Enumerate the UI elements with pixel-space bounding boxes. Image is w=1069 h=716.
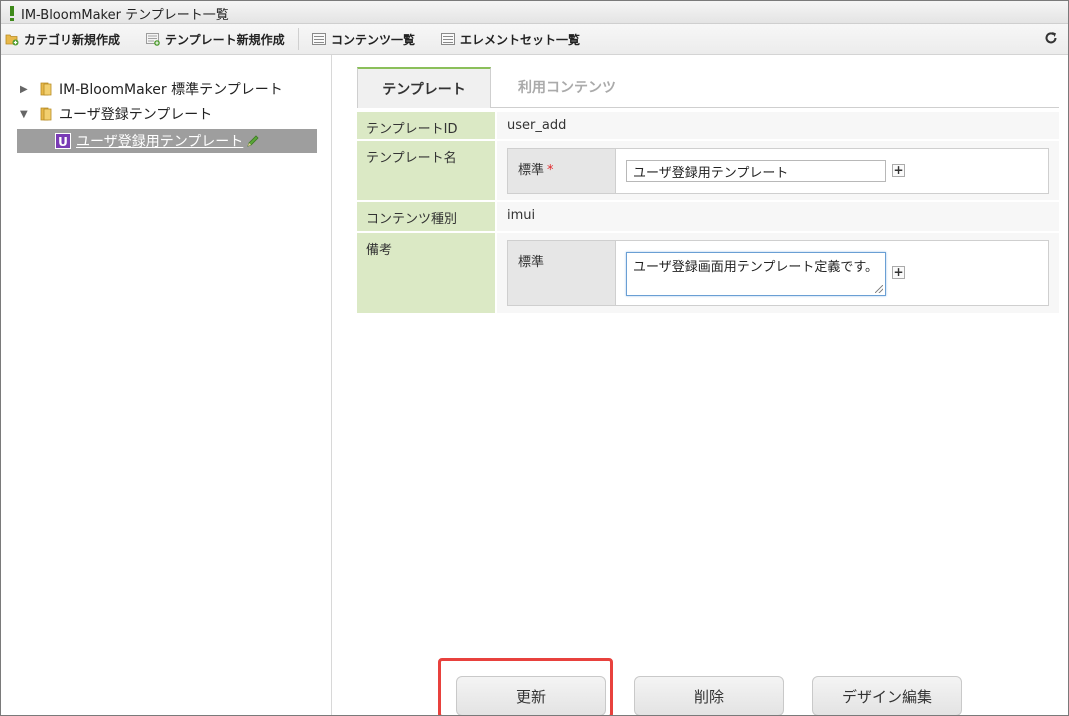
tree-node-selected[interactable]: U ユーザ登録用テンプレート [17, 129, 317, 153]
row-value-area [497, 202, 1059, 231]
toolbar-divider [298, 28, 299, 50]
collapse-arrow-icon[interactable]: ▼ [20, 109, 30, 120]
remarks-textarea[interactable]: ユーザ登録画面用テンプレート定義です。 [626, 252, 886, 296]
locale-label: 標準 * [508, 149, 616, 193]
new-category-label: カテゴリ新規作成 [24, 32, 121, 47]
expand-arrow-icon[interactable]: ▶ [20, 84, 30, 95]
elementset-list-label: エレメントセット一覧 [460, 32, 581, 47]
list-icon [441, 33, 455, 45]
folder-icon [39, 107, 53, 121]
remarks-text: ユーザ登録画面用テンプレート定義です。 [633, 260, 879, 275]
template-id-value: user_add [507, 118, 567, 133]
tree-node-label: ユーザ登録テンプレート [59, 107, 213, 123]
new-category-button[interactable]: カテゴリ新規作成 [5, 30, 120, 48]
selected-template-item[interactable]: U ユーザ登録用テンプレート [55, 131, 260, 151]
new-template-label: テンプレート新規作成 [165, 32, 285, 47]
folder-add-icon [5, 32, 19, 46]
add-locale-button[interactable]: + [892, 164, 905, 177]
tree-node-standard[interactable]: ▶ IM-BloomMaker 標準テンプレート [20, 79, 283, 99]
app-window: IM-BloomMaker テンプレート一覧 カテゴリ新規作成 テンプレート新規… [0, 0, 1069, 716]
design-edit-button[interactable]: デザイン編集 [812, 676, 962, 715]
content-type-label: コンテンツ種別 [357, 202, 495, 231]
remarks-label: 備考 [357, 233, 495, 313]
window-title: IM-BloomMaker テンプレート一覧 [21, 8, 229, 23]
locale-label-text: 標準 [518, 163, 545, 178]
template-type-badge: U [55, 133, 71, 149]
pencil-icon[interactable] [246, 134, 260, 148]
template-add-icon [146, 32, 160, 46]
tree-node-label: IM-BloomMaker 標準テンプレート [59, 82, 283, 98]
detail-tabs: テンプレート 利用コンテンツ [357, 67, 1059, 108]
list-icon [312, 33, 326, 45]
folder-icon [39, 82, 53, 96]
tab-template[interactable]: テンプレート [357, 67, 491, 108]
remarks-locale-box: 標準 ユーザ登録画面用テンプレート定義です。 + [507, 240, 1049, 306]
tree-node-user-registration[interactable]: ▼ ユーザ登録テンプレート [20, 104, 212, 124]
row-content-type: コンテンツ種別 imui [357, 202, 1059, 231]
row-value-area [497, 112, 1059, 139]
resize-grip-icon[interactable] [875, 285, 883, 293]
template-id-label: テンプレートID [357, 112, 495, 139]
row-template-name: テンプレート名 標準* + [357, 141, 1059, 200]
required-mark: * [547, 163, 554, 178]
app-logo-icon [10, 6, 14, 21]
tab-used-contents[interactable]: 利用コンテンツ [497, 67, 637, 107]
row-remarks: 備考 標準 ユーザ登録画面用テンプレート定義です。 + [357, 233, 1059, 313]
elementset-list-button[interactable]: エレメントセット一覧 [441, 30, 580, 48]
content-list-button[interactable]: コンテンツ一覧 [312, 30, 415, 48]
content-list-label: コンテンツ一覧 [331, 32, 416, 47]
refresh-icon[interactable] [1044, 31, 1058, 45]
toolbar: カテゴリ新規作成 テンプレート新規作成 コンテンツ一覧 エレメントセット一覧 [1, 24, 1068, 55]
title-bar: IM-BloomMaker テンプレート一覧 [1, 1, 1068, 24]
template-name-label: テンプレート名 [357, 141, 495, 200]
template-name-locale-box: 標準* + [507, 148, 1049, 194]
row-template-id: テンプレートID user_add [357, 112, 1059, 139]
new-template-button[interactable]: テンプレート新規作成 [146, 30, 285, 48]
template-name-input[interactable] [626, 160, 886, 182]
delete-button[interactable]: 削除 [634, 676, 784, 715]
selected-template-label[interactable]: ユーザ登録用テンプレート [76, 131, 243, 151]
content-type-value: imui [507, 208, 536, 223]
category-tree: ▶ IM-BloomMaker 標準テンプレート ▼ ユーザ登録テンプレート U… [1, 55, 332, 715]
locale-label: 標準 [508, 241, 616, 305]
add-locale-button[interactable]: + [892, 266, 905, 279]
update-highlight-box [438, 658, 613, 715]
